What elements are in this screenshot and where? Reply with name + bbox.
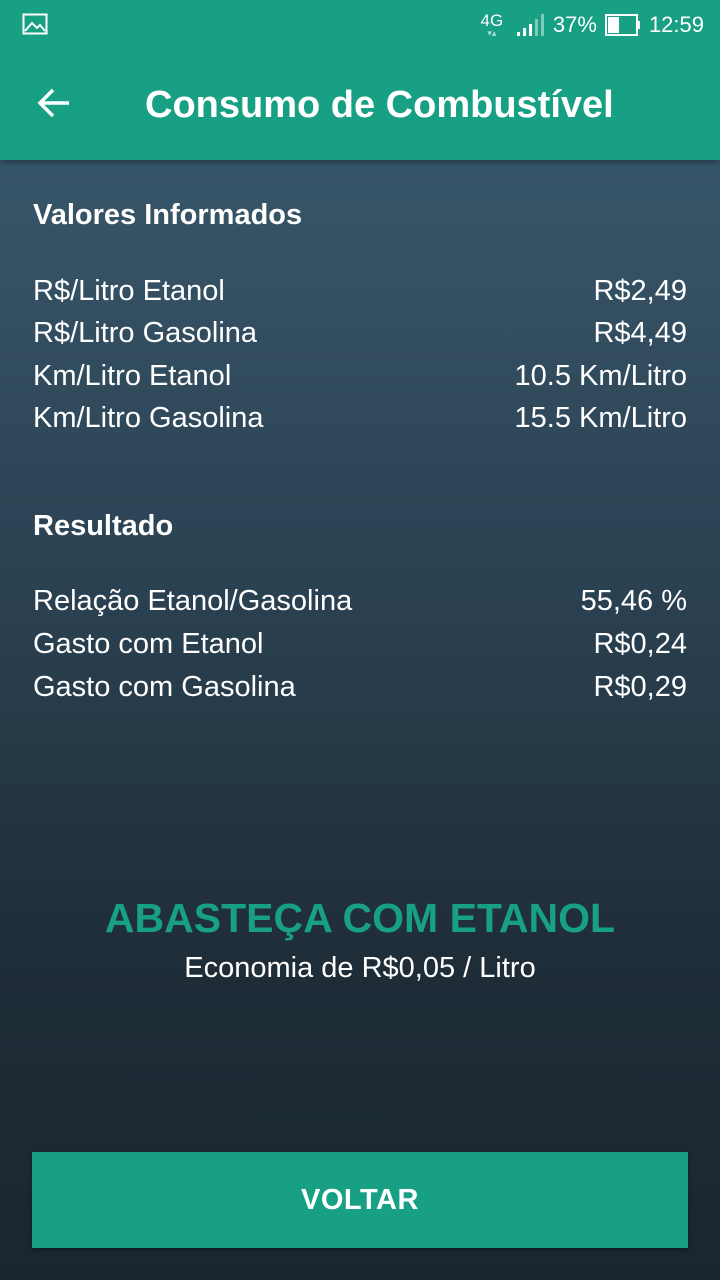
row-value: R$0,29 bbox=[593, 671, 687, 703]
back-button[interactable] bbox=[26, 77, 82, 133]
row-value: 55,46 % bbox=[580, 585, 687, 617]
savings-text: Economia de R$0,05 / Litro bbox=[184, 952, 536, 984]
row-value: R$0,24 bbox=[593, 628, 687, 660]
result-row-gasoline-cost: Gasto com Gasolina R$0,29 bbox=[33, 667, 687, 707]
battery-icon bbox=[604, 14, 641, 36]
cell-signal-icon bbox=[515, 14, 545, 36]
row-value: R$2,49 bbox=[593, 275, 687, 307]
result-row-ethanol-cost: Gasto com Etanol R$0,24 bbox=[33, 624, 687, 664]
row-label: Km/Litro Gasolina bbox=[33, 402, 264, 434]
page-title: Consumo de Combustível bbox=[145, 84, 614, 126]
row-label: R$/Litro Gasolina bbox=[33, 317, 258, 349]
network-type: 4G ▾▴ bbox=[477, 12, 507, 38]
info-row-gasoline-consumption: Km/Litro Gasolina 15.5 Km/Litro bbox=[33, 398, 687, 438]
battery-percent: 37% bbox=[552, 12, 597, 37]
clock: 12:59 bbox=[648, 12, 704, 37]
info-row-ethanol-price: R$/Litro Etanol R$2,49 bbox=[33, 271, 687, 311]
section-title-result: Resultado bbox=[33, 510, 174, 542]
section-title-informed-values: Valores Informados bbox=[33, 199, 303, 231]
recommendation-verdict: ABASTEÇA COM ETANOL bbox=[104, 895, 616, 941]
data-arrows-icon: ▾▴ bbox=[487, 28, 497, 38]
status-icons: 4G ▾▴ 37% 12:59 bbox=[477, 11, 704, 39]
row-label: Relação Etanol/Gasolina bbox=[33, 585, 353, 617]
result-row-ratio: Relação Etanol/Gasolina 55,46 % bbox=[33, 581, 687, 621]
voltar-button[interactable]: VOLTAR bbox=[32, 1152, 688, 1248]
row-label: R$/Litro Etanol bbox=[33, 275, 225, 307]
info-row-ethanol-consumption: Km/Litro Etanol 10.5 Km/Litro bbox=[33, 356, 687, 396]
row-value: R$4,49 bbox=[593, 317, 687, 349]
row-label: Gasto com Gasolina bbox=[33, 671, 296, 703]
row-value: 15.5 Km/Litro bbox=[514, 402, 687, 434]
arrow-left-icon bbox=[36, 85, 72, 126]
info-row-gasoline-price: R$/Litro Gasolina R$4,49 bbox=[33, 313, 687, 353]
image-icon bbox=[22, 13, 48, 35]
app-bar: Consumo de Combustível bbox=[0, 50, 720, 160]
row-value: 10.5 Km/Litro bbox=[514, 360, 687, 392]
row-label: Gasto com Etanol bbox=[33, 628, 264, 660]
status-bar: 4G ▾▴ 37% 12:59 bbox=[0, 0, 720, 50]
row-label: Km/Litro Etanol bbox=[33, 360, 232, 392]
